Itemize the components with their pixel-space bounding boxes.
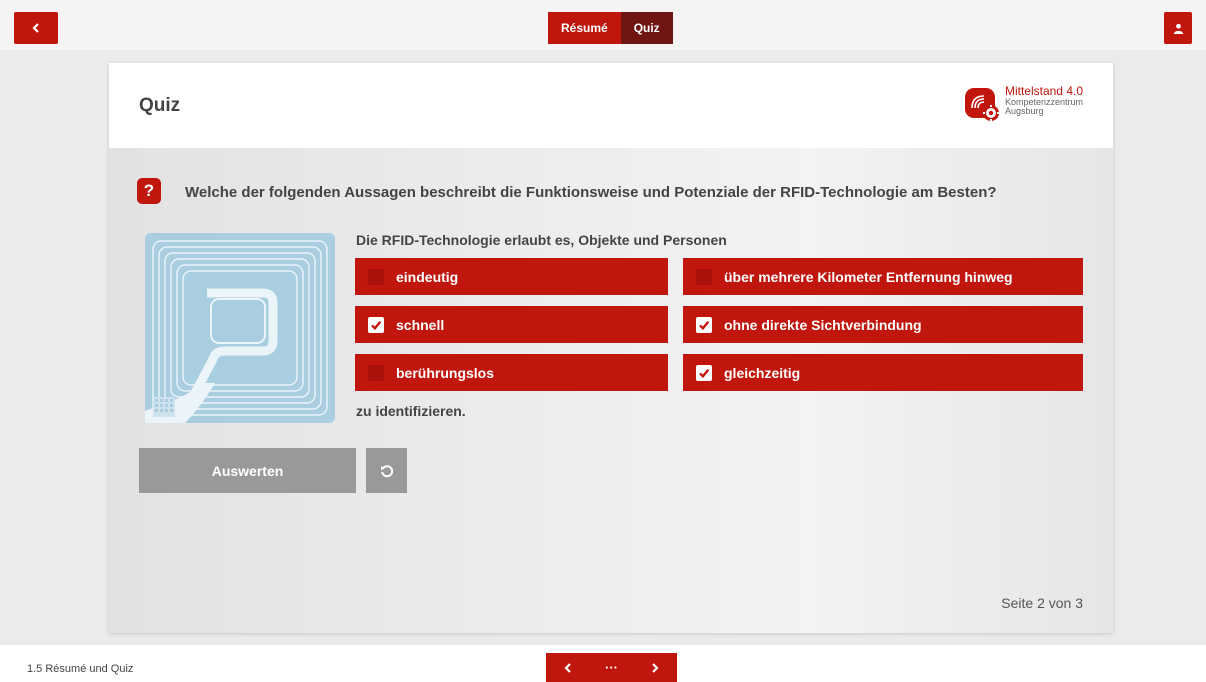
tab-quiz[interactable]: Quiz — [620, 12, 673, 44]
chevron-left-icon — [564, 662, 571, 673]
page-navigation: ··· — [546, 653, 677, 682]
card-header: Quiz Mittelstand 4.0 Kompetenzzentrum Au… — [109, 63, 1113, 148]
card-body: ? Welche der folgenden Aussagen beschrei… — [109, 148, 1113, 633]
evaluate-button[interactable]: Auswerten — [139, 448, 356, 493]
question-text: Welche der folgenden Aussagen beschreibt… — [185, 184, 997, 201]
option-beruehrungslos[interactable]: berührungslos — [355, 354, 668, 391]
rfid-tag-image — [145, 233, 335, 423]
user-icon — [1173, 23, 1183, 34]
option-ueber-mehrere-kilometer[interactable]: über mehrere Kilometer Entfernung hinweg — [683, 258, 1083, 295]
brand-logo: Mittelstand 4.0 Kompetenzzentrum Augsbur… — [964, 84, 1083, 122]
sentence-start: Die RFID-Technologie erlaubt es, Objekte… — [356, 232, 727, 248]
option-ohne-sichtverbindung[interactable]: ohne direkte Sichtverbindung — [683, 306, 1083, 343]
question-icon: ? — [137, 178, 161, 204]
option-schnell[interactable]: schnell — [355, 306, 668, 343]
user-button[interactable] — [1164, 12, 1192, 44]
option-gleichzeitig[interactable]: gleichzeitig — [683, 354, 1083, 391]
checkmark-icon — [699, 368, 710, 378]
checkmark-icon — [371, 320, 382, 330]
page-title: Quiz — [139, 95, 181, 116]
checkbox-unchecked[interactable] — [368, 364, 384, 381]
logo-icon — [964, 86, 1001, 122]
next-page-button[interactable] — [633, 653, 677, 682]
option-label: über mehrere Kilometer Entfernung hinweg — [724, 268, 1013, 285]
reset-icon — [380, 464, 393, 477]
option-label: eindeutig — [396, 268, 459, 285]
menu-button[interactable]: ··· — [590, 653, 634, 682]
checkbox-unchecked[interactable] — [368, 268, 384, 285]
option-label: berührungslos — [396, 364, 495, 381]
top-bar: Résumé Quiz — [0, 0, 1206, 50]
option-label: ohne direkte Sichtverbindung — [724, 316, 922, 333]
option-label: schnell — [396, 316, 445, 333]
checkbox-checked[interactable] — [368, 316, 384, 333]
checkmark-icon — [699, 320, 710, 330]
footer-bar: 1.5 Résumé und Quiz ··· — [0, 645, 1206, 682]
checkbox-checked[interactable] — [696, 364, 712, 381]
checkbox-checked[interactable] — [696, 316, 712, 333]
back-button[interactable] — [14, 12, 58, 44]
option-eindeutig[interactable]: eindeutig — [355, 258, 668, 295]
sentence-end: zu identifizieren. — [356, 403, 466, 419]
chevron-left-icon — [32, 23, 39, 33]
checkbox-unchecked[interactable] — [696, 268, 712, 285]
logo-title: Mittelstand 4.0 — [1004, 84, 1083, 98]
page-indicator: Seite 2 von 3 — [1001, 595, 1083, 611]
ellipsis-icon: ··· — [605, 660, 618, 675]
option-label: gleichzeitig — [724, 364, 801, 381]
logo-subtitle-city: Augsburg — [1004, 106, 1044, 117]
tab-resume[interactable]: Résumé — [548, 12, 621, 44]
reset-button[interactable] — [366, 448, 407, 493]
chapter-label: 1.5 Résumé und Quiz — [27, 663, 134, 675]
prev-page-button[interactable] — [546, 653, 590, 682]
tab-bar: Résumé Quiz — [548, 12, 673, 44]
quiz-card: Quiz Mittelstand 4.0 Kompetenzzentrum Au… — [109, 63, 1113, 633]
chevron-right-icon — [652, 662, 659, 673]
